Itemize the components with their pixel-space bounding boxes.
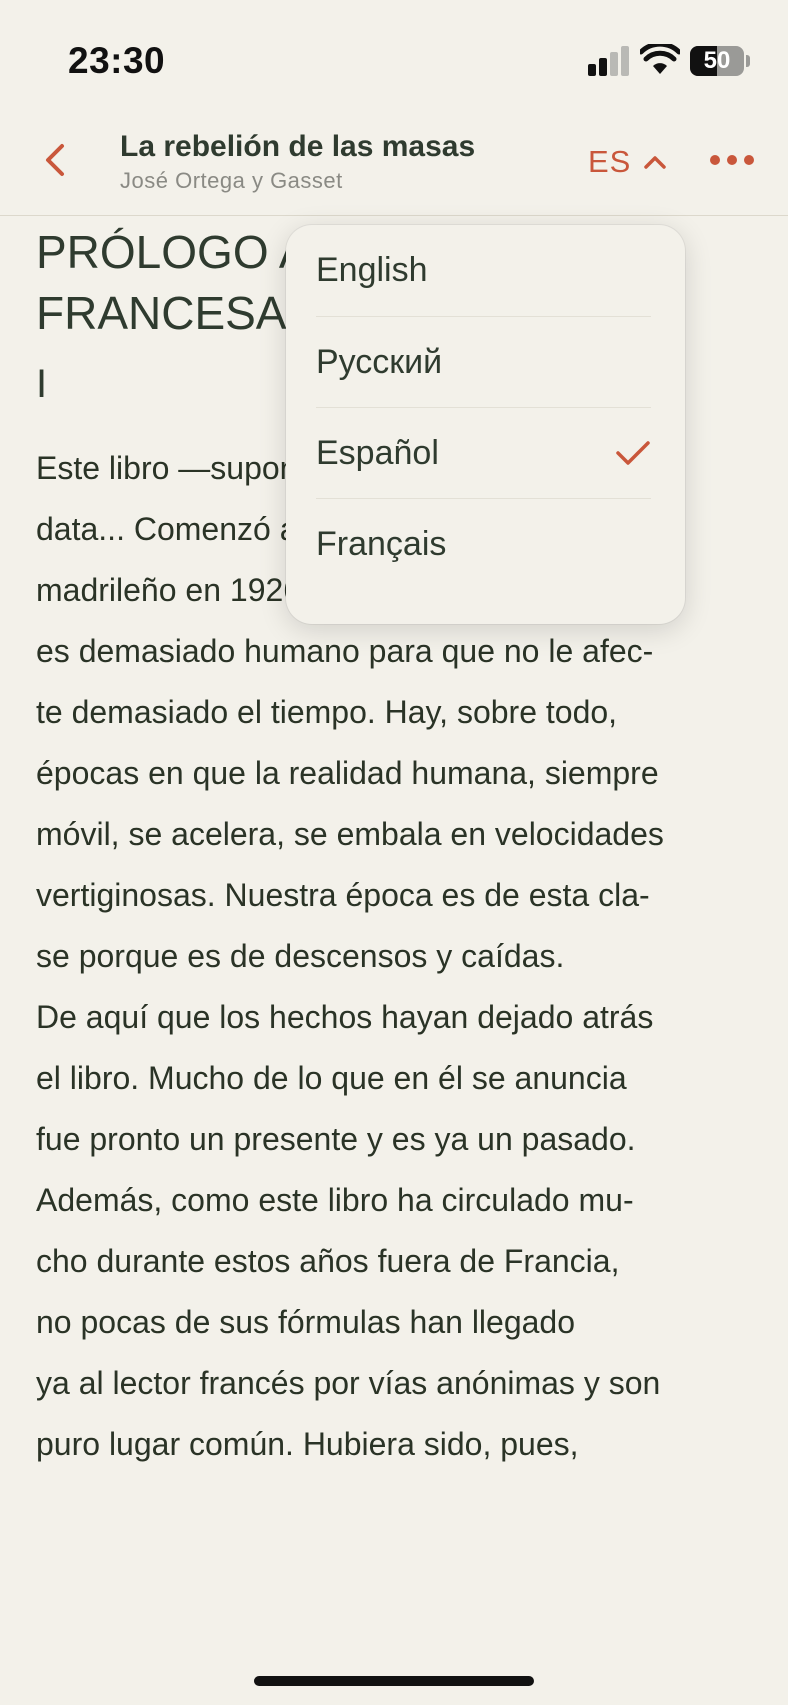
language-option-spanish[interactable]: Español: [316, 407, 651, 498]
text-line: te demasiado el tiempo. Hay, sobre todo,: [36, 694, 618, 730]
text-line: móvil, se acelera, se embala en velocida…: [36, 816, 664, 852]
text-line: épocas en que la realidad humana, siempr…: [36, 755, 659, 791]
chevron-left-icon[interactable]: [40, 140, 70, 180]
chevron-up-icon: [644, 156, 667, 169]
text-line: vertiginosas. Nuestra época es de esta c…: [36, 877, 650, 913]
home-indicator[interactable]: [254, 1676, 534, 1686]
language-code: ES: [588, 144, 632, 179]
battery-tip: [746, 55, 750, 67]
text-line: fue pronto un presente y es ya un pasado…: [36, 1121, 636, 1157]
cellular-signal-icon: [588, 46, 630, 76]
status-time: 23:30: [68, 40, 166, 81]
status-bar: 23:30 50: [0, 0, 788, 110]
language-option-label: English: [316, 251, 428, 289]
text-line: De aquí que los hechos hayan dejado atrá…: [36, 999, 654, 1035]
text-line: el libro. Mucho de lo que en él se anunc…: [36, 1060, 627, 1096]
text-line: ya al lector francés por vías anónimas y…: [36, 1365, 661, 1401]
battery-indicator: 50: [690, 46, 744, 76]
text-line: es demasiado humano para que no le afec-: [36, 633, 654, 669]
ellipsis-icon[interactable]: [710, 150, 754, 170]
text-line: puro lugar común. Hubiera sido, pues,: [36, 1426, 579, 1462]
wifi-icon: [640, 44, 680, 74]
paragraph-2: De aquí que los hechos hayan dejado atrá…: [36, 987, 756, 1475]
language-toggle[interactable]: ES: [588, 140, 667, 184]
language-option-label: Español: [316, 433, 439, 472]
language-menu: English Русский Español Français: [286, 225, 685, 624]
text-line: cho durante estos años fuera de Francia,: [36, 1243, 620, 1279]
language-option-russian[interactable]: Русский: [316, 316, 651, 407]
text-line: Además, como este libro ha circulado mu-: [36, 1182, 634, 1218]
text-line: se porque es de descensos y caídas.: [36, 938, 565, 974]
battery-percent: 50: [703, 47, 731, 74]
checkmark-icon: [616, 441, 650, 465]
nav-bar: La rebelión de las masas José Ortega y G…: [0, 110, 788, 216]
language-option-label: Français: [316, 524, 447, 563]
language-option-label: Русский: [316, 342, 443, 381]
language-option-english[interactable]: English: [316, 225, 651, 316]
book-author: José Ortega y Gasset: [120, 168, 343, 193]
text-line: no pocas de sus fórmulas han llegado: [36, 1304, 576, 1340]
book-title: La rebelión de las masas: [120, 130, 476, 163]
language-option-french[interactable]: Français: [316, 498, 651, 589]
